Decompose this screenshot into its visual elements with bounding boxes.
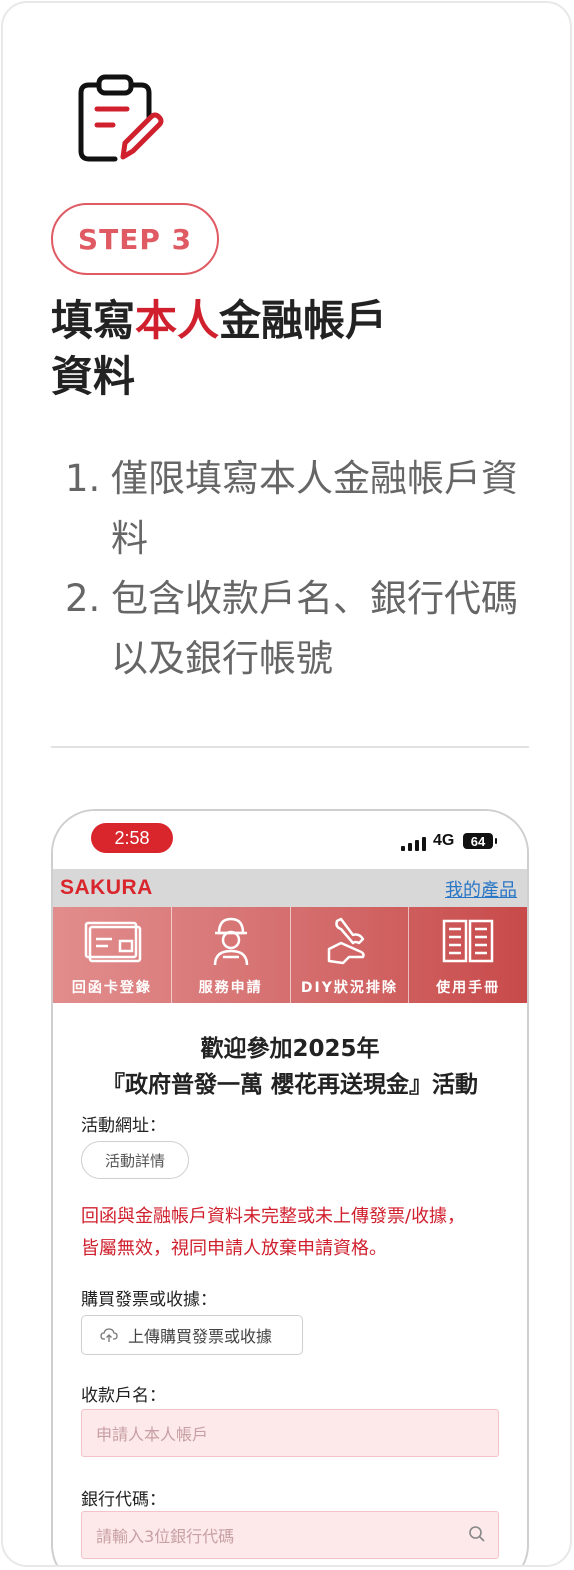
feature-nav: 回函卡登錄 服務申請 DIY狀況排除 使用手冊 — [53, 907, 527, 1003]
battery-icon: 64 — [463, 833, 497, 849]
nav-item-service[interactable]: 服務申請 — [172, 907, 291, 1003]
warning-text: 回函與金融帳戶資料未完整或未上傳發票/收據，皆屬無效，視同申請人放棄申請資格。 — [81, 1206, 466, 1259]
wrench-hand-icon — [328, 917, 366, 965]
nav-item-registration[interactable]: 回函卡登錄 — [53, 907, 172, 1003]
network-type: 4G — [433, 832, 455, 849]
nav-item-diy[interactable]: DIY狀況排除 — [291, 907, 410, 1003]
activity-url-label: 活動網址： — [81, 1116, 166, 1136]
cloud-upload-icon — [100, 1328, 118, 1342]
nav-item-manual[interactable]: 使用手冊 — [409, 907, 527, 1003]
status-bar: 2:58 4G 64 — [53, 811, 527, 869]
bank-code-label: 銀行代碼： — [81, 1490, 166, 1510]
envelope-card-icon — [84, 921, 142, 963]
page-title: 填寫本人金融帳戶 資料 — [51, 296, 388, 401]
status-time: 2:58 — [91, 823, 173, 853]
signal-icon — [401, 835, 426, 851]
step-badge: STEP 3 — [51, 203, 219, 275]
payee-label: 收款戶名： — [81, 1386, 166, 1406]
activity-details-button[interactable]: 活動詳情 — [81, 1141, 189, 1179]
brand-bar: SAKURA 我的產品 — [53, 869, 527, 907]
invoice-label: 購買發票或收據： — [81, 1290, 217, 1310]
search-icon[interactable] — [468, 1525, 486, 1543]
step-card: STEP 3 填寫本人金融帳戶 資料 1. 僅限填寫本人金融帳戶資料 2. 包含… — [1, 1, 572, 1567]
sakura-logo[interactable]: SAKURA — [60, 876, 153, 900]
bank-code-input[interactable]: 請輸入3位銀行代碼 — [81, 1511, 499, 1559]
open-book-icon — [442, 919, 494, 963]
clipboard-edit-icon — [78, 74, 164, 162]
welcome-heading: 歡迎參加2025年 『政府普發一萬 櫻花再送現金』活動 — [101, 1036, 478, 1098]
instruction-item: 2. 包含收款戶名、銀行代碼以及銀行帳號 — [65, 577, 518, 680]
my-products-link[interactable]: 我的產品 — [445, 876, 517, 902]
divider — [51, 746, 529, 748]
upload-invoice-button[interactable]: 上傳購買發票或收據 — [81, 1315, 303, 1355]
phone-mockup: 2:58 4G 64 SAKURA 我的產品 回函卡登錄 服務申請 DIY狀況排… — [51, 809, 529, 1565]
instruction-list: 1. 僅限填寫本人金融帳戶資料 2. 包含收款戶名、銀行代碼以及銀行帳號 — [65, 449, 535, 689]
technician-icon — [213, 917, 248, 966]
payee-name-input[interactable]: 申請人本人帳戶 — [81, 1409, 499, 1457]
instruction-item: 1. 僅限填寫本人金融帳戶資料 — [65, 457, 518, 560]
